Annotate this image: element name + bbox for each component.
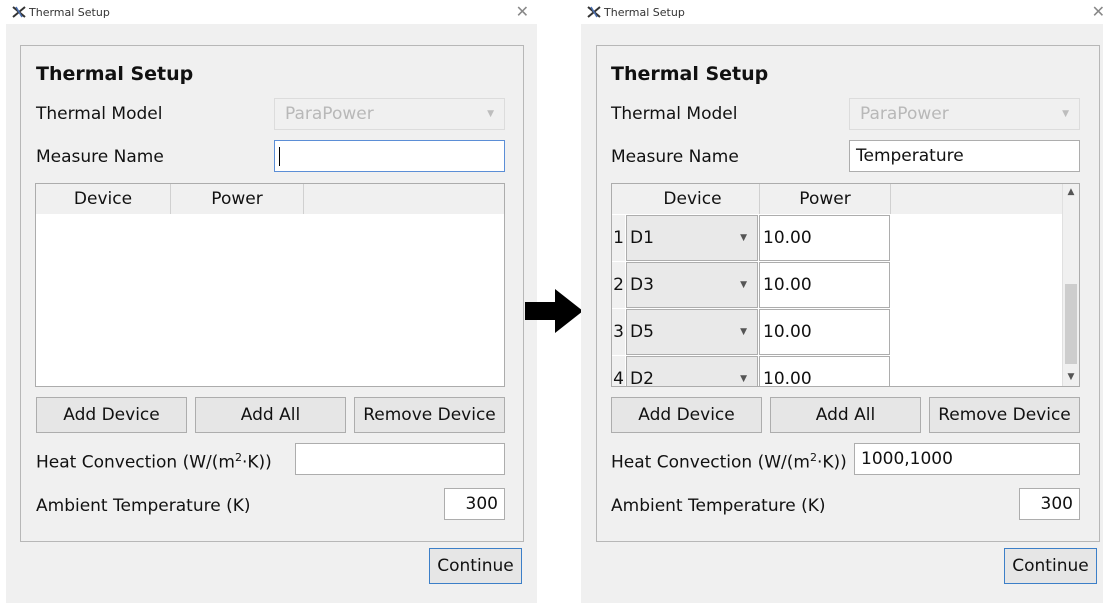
column-header-power[interactable]: Power bbox=[760, 184, 891, 214]
row-number: 3 bbox=[612, 309, 625, 355]
close-icon[interactable]: ✕ bbox=[1092, 2, 1103, 21]
window-title: Thermal Setup bbox=[604, 5, 685, 19]
heat-convection-value: 1000,1000 bbox=[861, 449, 953, 469]
add-all-button[interactable]: Add All bbox=[770, 397, 921, 433]
device-dropdown[interactable]: D2 ▼ bbox=[626, 356, 758, 387]
remove-device-button[interactable]: Remove Device bbox=[929, 397, 1080, 433]
chevron-down-icon: ▼ bbox=[740, 374, 747, 384]
device-dropdown[interactable]: D5 ▼ bbox=[626, 309, 758, 355]
measure-name-label: Measure Name bbox=[611, 147, 739, 167]
heat-convection-label: Heat Convection (W/(m2·K)) bbox=[611, 451, 847, 473]
continue-button[interactable]: Continue bbox=[1004, 548, 1097, 584]
power-cell[interactable]: 10.00 bbox=[759, 215, 890, 261]
power-cell[interactable]: 10.00 bbox=[759, 262, 890, 308]
title-bar: Thermal Setup ✕ bbox=[581, 0, 1103, 24]
chevron-down-icon: ▼ bbox=[740, 280, 747, 290]
section-heading: Thermal Setup bbox=[36, 63, 194, 85]
heat-convection-input[interactable] bbox=[295, 443, 505, 475]
thermal-model-dropdown: ParaPower ▼ bbox=[274, 98, 505, 130]
right-dialog-window: Thermal Setup ✕ Thermal Setup Thermal Mo… bbox=[581, 0, 1103, 603]
device-power-table[interactable]: Device Power bbox=[35, 183, 505, 387]
measure-name-value: Temperature bbox=[856, 146, 964, 166]
arrow-right-icon bbox=[525, 289, 583, 333]
row-number: 1 bbox=[612, 215, 625, 261]
app-logo-icon bbox=[587, 6, 601, 18]
column-header-device[interactable]: Device bbox=[36, 184, 171, 214]
power-value: 10.00 bbox=[763, 322, 812, 342]
close-icon[interactable]: ✕ bbox=[516, 2, 529, 21]
chevron-down-icon: ▼ bbox=[740, 233, 747, 243]
title-bar: Thermal Setup ✕ bbox=[6, 0, 537, 24]
app-logo-icon bbox=[12, 6, 26, 18]
thermal-model-label: Thermal Model bbox=[611, 104, 738, 124]
measure-name-label: Measure Name bbox=[36, 147, 164, 167]
power-value: 10.00 bbox=[763, 275, 812, 295]
device-dropdown[interactable]: D3 ▼ bbox=[626, 262, 758, 308]
thermal-model-dropdown: ParaPower ▼ bbox=[849, 98, 1080, 130]
ambient-temperature-input[interactable]: 300 bbox=[1019, 488, 1080, 520]
thermal-model-label: Thermal Model bbox=[36, 104, 163, 124]
heat-convection-label: Heat Convection (W/(m2·K)) bbox=[36, 451, 272, 473]
device-value: D5 bbox=[630, 322, 654, 342]
thermal-model-value: ParaPower bbox=[285, 104, 374, 124]
chevron-down-icon: ▼ bbox=[1062, 109, 1069, 119]
column-header-power[interactable]: Power bbox=[171, 184, 304, 214]
remove-device-button[interactable]: Remove Device bbox=[354, 397, 505, 433]
scroll-up-icon[interactable]: ▲ bbox=[1063, 184, 1079, 201]
text-cursor bbox=[279, 146, 280, 166]
measure-name-input[interactable]: Temperature bbox=[849, 140, 1080, 172]
column-header-device[interactable]: Device bbox=[626, 184, 760, 214]
ambient-temperature-label: Ambient Temperature (K) bbox=[611, 496, 826, 516]
device-value: D2 bbox=[630, 369, 654, 387]
ambient-temperature-value: 300 bbox=[465, 494, 498, 514]
power-cell[interactable]: 10.00 bbox=[759, 309, 890, 355]
left-dialog-window: Thermal Setup ✕ Thermal Setup Thermal Mo… bbox=[6, 0, 537, 603]
ambient-temperature-label: Ambient Temperature (K) bbox=[36, 496, 251, 516]
heat-convection-input[interactable]: 1000,1000 bbox=[854, 443, 1080, 475]
row-number: 4 bbox=[612, 356, 625, 386]
power-value: 10.00 bbox=[763, 369, 812, 387]
chevron-down-icon: ▼ bbox=[487, 109, 494, 119]
add-device-button[interactable]: Add Device bbox=[611, 397, 762, 433]
device-value: D1 bbox=[630, 228, 654, 248]
power-cell[interactable]: 10.00 bbox=[759, 356, 890, 387]
measure-name-input[interactable] bbox=[274, 140, 505, 172]
add-all-button[interactable]: Add All bbox=[195, 397, 346, 433]
device-power-table[interactable]: Device Power 1 D1 ▼ 10.00 2 D3 ▼ 10.00 3… bbox=[611, 183, 1080, 387]
section-heading: Thermal Setup bbox=[611, 63, 769, 85]
scroll-down-icon[interactable]: ▼ bbox=[1063, 369, 1079, 386]
add-device-button[interactable]: Add Device bbox=[36, 397, 187, 433]
vertical-scrollbar[interactable]: ▲ ▼ bbox=[1062, 184, 1079, 386]
continue-button[interactable]: Continue bbox=[429, 548, 522, 584]
ambient-temperature-value: 300 bbox=[1040, 494, 1073, 514]
window-title: Thermal Setup bbox=[29, 5, 110, 19]
device-value: D3 bbox=[630, 275, 654, 295]
scrollbar-thumb[interactable] bbox=[1065, 284, 1077, 364]
ambient-temperature-input[interactable]: 300 bbox=[444, 488, 505, 520]
chevron-down-icon: ▼ bbox=[740, 327, 747, 337]
device-dropdown[interactable]: D1 ▼ bbox=[626, 215, 758, 261]
thermal-model-value: ParaPower bbox=[860, 104, 949, 124]
power-value: 10.00 bbox=[763, 228, 812, 248]
row-number: 2 bbox=[612, 262, 625, 308]
